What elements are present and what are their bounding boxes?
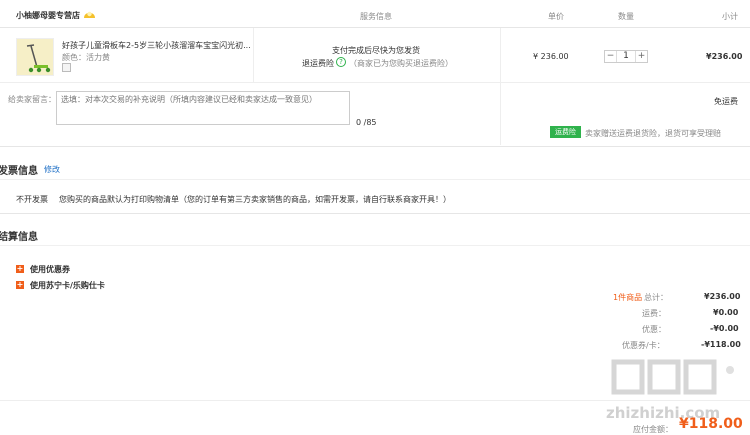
divider	[0, 27, 750, 28]
divider	[0, 213, 750, 214]
divider	[0, 82, 750, 83]
divider	[0, 179, 750, 180]
invoice-type: 不开发票	[16, 195, 48, 204]
quantity-stepper[interactable]: − 1 +	[604, 50, 648, 63]
remark-label: 给卖家留言：	[8, 95, 56, 104]
expand-coupon-icon[interactable]: +	[16, 265, 24, 273]
freight-label: 运费：	[642, 309, 666, 318]
shop-name[interactable]: 小柚娜母婴专营店	[16, 10, 80, 21]
payable-label: 应付金额：	[633, 425, 673, 434]
divider	[0, 146, 750, 147]
invoice-desc: 您购买的商品默认为打印购物清单（您的订单有第三方卖家销售的商品，如需开发票，请自…	[59, 195, 451, 204]
shipping-free: 免运费	[714, 97, 738, 106]
col-header-subtotal: 小计	[722, 12, 738, 21]
item-count: 1件商品	[613, 293, 643, 302]
minus-button[interactable]: −	[605, 51, 617, 62]
product-tag-icon	[62, 63, 71, 72]
divider	[0, 245, 750, 246]
product-color: 颜色：活力黄	[62, 53, 110, 62]
invoice-title: 发票信息	[0, 166, 38, 177]
coupon-option[interactable]: 使用优惠券	[30, 264, 70, 275]
col-header-unit-price: 单价	[548, 12, 564, 21]
service-insure-label: 退运费险	[302, 59, 334, 68]
remark-field[interactable]	[56, 91, 350, 125]
remark-counter: 0 /85	[356, 118, 377, 127]
freight-value: ¥0.00	[713, 308, 739, 317]
total-value: ¥236.00	[704, 292, 741, 301]
total-label: 总计：	[644, 293, 668, 302]
insure-badge: 运费险	[550, 126, 581, 138]
divider	[500, 28, 501, 82]
unit-price: ¥ 236.00	[533, 52, 569, 61]
service-ship-note: 支付完成后尽快为您发货	[332, 46, 420, 55]
quantity-value[interactable]: 1	[617, 51, 635, 62]
remark-input[interactable]	[57, 92, 349, 107]
insure-desc: 卖家赠送运费退货险，退货可享受理赔	[585, 129, 721, 138]
discount-label: 优惠：	[642, 325, 666, 334]
watermark-logo-icon	[600, 356, 750, 402]
plus-button[interactable]: +	[635, 51, 647, 62]
col-header-service: 服务信息	[360, 12, 392, 21]
invoice-edit-link[interactable]: 修改	[44, 164, 60, 175]
shop-badge-icon	[83, 8, 96, 19]
voucher-value: -¥118.00	[701, 340, 741, 349]
settle-title: 结算信息	[0, 232, 38, 243]
col-header-quantity: 数量	[618, 12, 634, 21]
divider	[500, 83, 501, 145]
divider	[0, 400, 750, 401]
card-option[interactable]: 使用苏宁卡/乐购仕卡	[30, 280, 105, 291]
item-subtotal: ¥236.00	[706, 52, 743, 61]
service-insure-note: （商家已为您购买退运费险）	[349, 59, 453, 68]
divider	[253, 28, 254, 82]
product-image[interactable]	[16, 38, 54, 76]
help-icon[interactable]: ?	[336, 57, 346, 67]
payable-value: ¥118.00	[679, 416, 743, 432]
discount-value: -¥0.00	[710, 324, 739, 333]
product-title[interactable]: 好孩子儿童滑板车2-5岁三轮小孩溜溜车宝宝闪光初...	[62, 40, 250, 51]
expand-card-icon[interactable]: +	[16, 281, 24, 289]
voucher-label: 优惠券/卡：	[622, 341, 665, 350]
